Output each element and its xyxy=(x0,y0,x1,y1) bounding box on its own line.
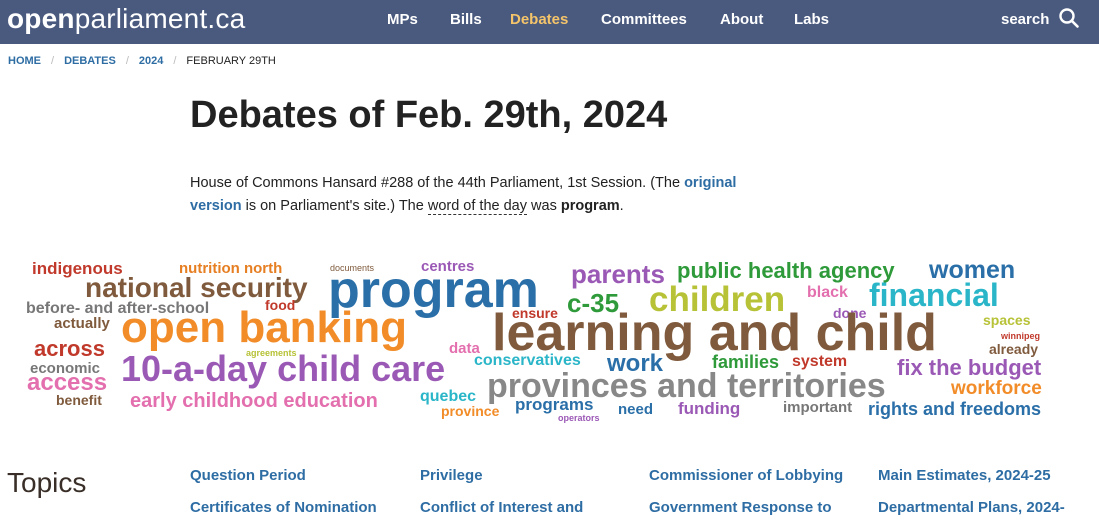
nav-mps[interactable]: MPs xyxy=(387,11,418,28)
topic-link[interactable]: Certificates of Nomination xyxy=(190,499,377,516)
cloud-word[interactable]: operators xyxy=(558,414,600,423)
cloud-word[interactable]: important xyxy=(783,400,852,415)
logo-bold-text: open xyxy=(7,3,75,34)
cloud-word[interactable]: winnipeg xyxy=(1001,332,1040,341)
version-link[interactable]: version xyxy=(190,198,242,214)
nav-about[interactable]: About xyxy=(720,11,763,28)
topic-link[interactable]: Government Response to xyxy=(649,499,832,516)
topic-link[interactable]: Conflict of Interest and xyxy=(420,499,583,516)
cloud-word[interactable]: 10-a-day child care xyxy=(121,351,445,387)
intro-text: House of Commons Hansard #288 of the 44t… xyxy=(190,175,685,191)
cloud-word[interactable]: open banking xyxy=(121,306,407,350)
breadcrumb-separator: / xyxy=(51,55,55,67)
cloud-word[interactable]: across xyxy=(34,338,105,360)
cloud-word[interactable]: fix the budget xyxy=(897,357,1041,379)
breadcrumb: HOME / DEBATES / 2024 / FEBRUARY 29TH xyxy=(8,55,276,67)
word-of-day-term[interactable]: word of the day xyxy=(427,198,527,215)
cloud-word[interactable]: funding xyxy=(678,400,740,417)
nav-debates[interactable]: Debates xyxy=(510,11,568,28)
cloud-word[interactable]: actually xyxy=(54,316,110,331)
cloud-word[interactable]: need xyxy=(618,402,653,417)
intro-text: . xyxy=(619,198,624,214)
breadcrumb-separator: / xyxy=(125,55,129,67)
cloud-word[interactable]: province xyxy=(441,404,499,418)
breadcrumb-separator: / xyxy=(173,55,177,67)
topics-heading: Topics xyxy=(7,467,87,498)
top-navigation-bar: openparliament.ca MPs Bills Debates Comm… xyxy=(0,0,1099,44)
intro-text: was xyxy=(527,198,561,214)
search-icon xyxy=(1059,8,1079,28)
cloud-word[interactable]: black xyxy=(807,285,848,301)
cloud-word[interactable]: early childhood education xyxy=(130,391,378,411)
cloud-word[interactable]: rights and freedoms xyxy=(868,400,1041,418)
debate-intro: House of Commons Hansard #288 of the 44t… xyxy=(190,172,790,218)
logo-rest-text: parliament.ca xyxy=(74,3,246,34)
cloud-word[interactable]: programs xyxy=(515,396,593,413)
cloud-word[interactable]: public health agency xyxy=(677,260,895,282)
search-label: search xyxy=(1001,11,1050,28)
topic-link[interactable]: Departmental Plans, 2024- xyxy=(878,499,1065,516)
page-title: Debates of Feb. 29th, 2024 xyxy=(190,94,668,136)
breadcrumb-year[interactable]: 2024 xyxy=(139,55,163,67)
nav-labs[interactable]: Labs xyxy=(794,11,829,28)
nav-committees[interactable]: Committees xyxy=(601,11,687,28)
word-of-day: program xyxy=(560,198,620,214)
site-logo[interactable]: openparliament.ca xyxy=(7,3,245,35)
topic-link[interactable]: Question Period xyxy=(190,467,306,484)
cloud-word[interactable]: already xyxy=(989,342,1038,356)
cloud-word[interactable]: workforce xyxy=(951,379,1042,398)
cloud-word[interactable]: spaces xyxy=(983,313,1030,327)
original-link[interactable]: original xyxy=(684,175,736,191)
breadcrumb-debates[interactable]: DEBATES xyxy=(64,55,116,67)
intro-text: is on Parliament's site.) The xyxy=(241,198,428,214)
topic-link[interactable]: Main Estimates, 2024-25 xyxy=(878,467,1051,484)
topic-link[interactable]: Privilege xyxy=(420,467,483,484)
topic-link[interactable]: Commissioner of Lobbying xyxy=(649,467,843,484)
word-cloud: indigenous nutrition north documents cen… xyxy=(0,252,1099,432)
breadcrumb-current: FEBRUARY 29TH xyxy=(186,55,276,67)
nav-bills[interactable]: Bills xyxy=(450,11,482,28)
cloud-word[interactable]: benefit xyxy=(56,393,102,407)
search-button[interactable]: search xyxy=(1001,8,1079,28)
breadcrumb-home[interactable]: HOME xyxy=(8,55,41,67)
